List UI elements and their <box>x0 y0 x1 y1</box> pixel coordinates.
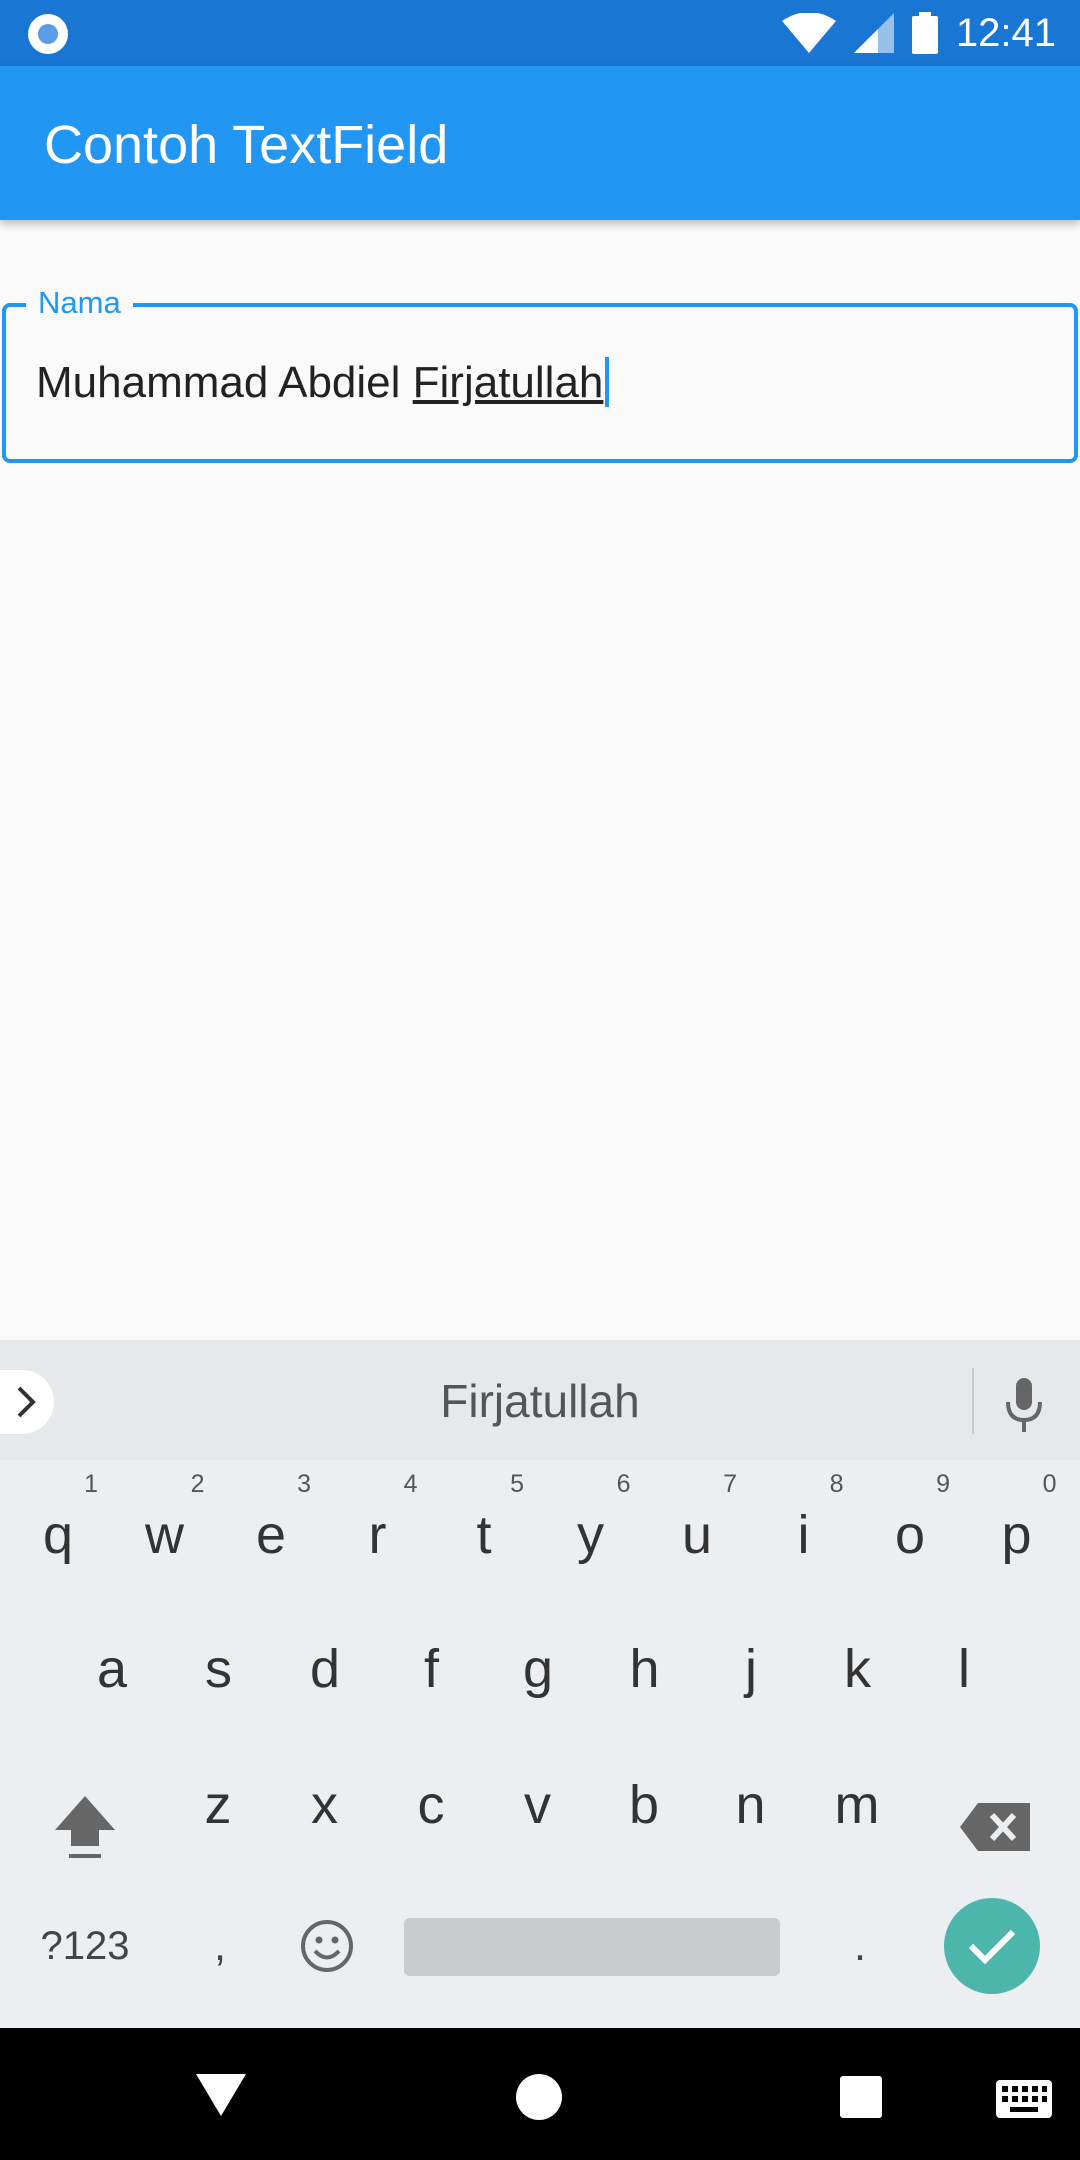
key-i[interactable]: i8 <box>754 1462 854 1592</box>
key-b[interactable]: b <box>594 1732 694 1862</box>
key-f[interactable]: f <box>382 1596 482 1726</box>
suggestion-divider <box>972 1368 974 1434</box>
key-z[interactable]: z <box>168 1732 268 1862</box>
suggestion-word[interactable]: Firjatullah <box>0 1374 1080 1428</box>
key-d[interactable]: d <box>275 1596 375 1726</box>
key-t[interactable]: t5 <box>434 1462 534 1592</box>
symbols-key[interactable]: ?123 <box>20 1906 150 1986</box>
key-e-hint: 3 <box>297 1470 311 1498</box>
key-t-label: t <box>476 1505 492 1565</box>
shift-key[interactable] <box>40 1772 130 1882</box>
key-x-label: x <box>311 1775 338 1835</box>
key-a[interactable]: a <box>62 1596 162 1726</box>
recent-apps-icon[interactable] <box>840 2076 882 2118</box>
key-r[interactable]: r4 <box>328 1462 428 1592</box>
key-m[interactable]: m <box>807 1732 907 1862</box>
key-o-label: o <box>894 1505 926 1565</box>
key-v-label: v <box>524 1775 551 1835</box>
back-icon[interactable] <box>196 2072 246 2118</box>
key-k[interactable]: k <box>808 1596 908 1726</box>
status-bar: 12:41 <box>0 0 1080 66</box>
key-v[interactable]: v <box>488 1732 588 1862</box>
key-g-label: g <box>522 1639 554 1699</box>
key-y[interactable]: y6 <box>541 1462 641 1592</box>
battery-icon <box>911 12 938 54</box>
key-d-label: d <box>309 1639 341 1699</box>
keyboard-switch-icon[interactable] <box>996 2080 1052 2118</box>
key-q-label: q <box>42 1505 74 1565</box>
key-i-hint: 8 <box>829 1470 844 1498</box>
key-n[interactable]: n <box>701 1732 801 1862</box>
shift-icon <box>55 1796 115 1858</box>
home-icon[interactable] <box>516 2074 562 2120</box>
navigation-bar <box>0 2028 1080 2160</box>
key-x[interactable]: x <box>275 1732 375 1862</box>
key-c[interactable]: c <box>381 1732 481 1862</box>
space-bar[interactable] <box>404 1918 780 1976</box>
key-c-label: c <box>417 1775 445 1835</box>
key-n-label: n <box>735 1775 766 1835</box>
key-y-hint: 6 <box>616 1470 631 1498</box>
period-key[interactable]: . <box>820 1906 900 1986</box>
key-y-label: y <box>577 1505 604 1565</box>
name-field-value[interactable]: Muhammad Abdiel Firjatullah <box>36 357 610 408</box>
key-s[interactable]: s <box>169 1596 269 1726</box>
key-j-label: j <box>745 1639 757 1699</box>
status-right-group: 12:41 <box>781 0 1056 66</box>
signal-icon <box>853 13 894 53</box>
key-q[interactable]: q1 <box>8 1462 108 1592</box>
name-text-field[interactable]: Nama Muhammad Abdiel Firjatullah <box>2 283 1078 463</box>
key-u[interactable]: u7 <box>647 1462 747 1592</box>
key-j[interactable]: j <box>701 1596 801 1726</box>
emoji-key[interactable] <box>282 1906 372 1986</box>
page-title: Contoh TextField <box>44 115 449 175</box>
name-value-committed: Muhammad Abdiel <box>36 358 413 407</box>
key-e-label: e <box>255 1505 287 1565</box>
key-p[interactable]: p0 <box>967 1462 1067 1592</box>
key-a-label: a <box>96 1639 128 1699</box>
key-p-label: p <box>1001 1505 1032 1565</box>
checkmark-icon <box>968 1929 1016 1965</box>
backspace-icon <box>960 1803 1030 1851</box>
key-q-hint: 1 <box>84 1470 98 1498</box>
key-t-hint: 5 <box>510 1470 524 1498</box>
key-r-hint: 4 <box>403 1470 418 1498</box>
key-r-label: r <box>368 1505 387 1565</box>
app-notification-icon <box>28 14 68 54</box>
backspace-key[interactable] <box>950 1772 1040 1882</box>
key-u-label: u <box>681 1505 713 1565</box>
key-h[interactable]: h <box>595 1596 695 1726</box>
app-bar: Contoh TextField <box>0 66 1080 220</box>
text-cursor <box>605 357 610 407</box>
name-value-composing: Firjatullah <box>412 358 604 407</box>
suggestion-strip: Firjatullah <box>0 1340 1080 1460</box>
key-f-label: f <box>423 1639 439 1699</box>
key-e[interactable]: e3 <box>221 1462 321 1592</box>
key-p-hint: 0 <box>1042 1470 1057 1498</box>
key-k-label: k <box>844 1639 871 1699</box>
comma-key[interactable]: , <box>180 1906 260 1986</box>
key-b-label: b <box>628 1775 660 1835</box>
enter-key[interactable] <box>944 1898 1040 1994</box>
key-s-label: s <box>205 1639 232 1699</box>
soft-keyboard: Firjatullah q1w2e3r4t5y6u7i8o9p0 asdfghj… <box>0 1340 1080 2028</box>
key-g[interactable]: g <box>488 1596 588 1726</box>
key-o-hint: 9 <box>936 1470 950 1498</box>
emoji-icon <box>301 1920 353 1972</box>
key-w[interactable]: w2 <box>115 1462 215 1592</box>
wifi-icon <box>781 13 836 53</box>
key-l-label: l <box>958 1639 970 1699</box>
key-o[interactable]: o9 <box>860 1462 960 1592</box>
key-m-label: m <box>834 1775 880 1835</box>
key-l[interactable]: l <box>914 1596 1014 1726</box>
key-w-label: w <box>145 1505 184 1565</box>
key-u-hint: 7 <box>723 1470 737 1498</box>
name-field-label: Nama <box>26 283 133 323</box>
key-h-label: h <box>629 1639 660 1699</box>
status-time: 12:41 <box>955 10 1056 55</box>
key-w-hint: 2 <box>190 1470 205 1498</box>
mic-icon[interactable] <box>1004 1378 1044 1432</box>
key-z-label: z <box>204 1775 232 1835</box>
key-i-label: i <box>797 1505 810 1565</box>
